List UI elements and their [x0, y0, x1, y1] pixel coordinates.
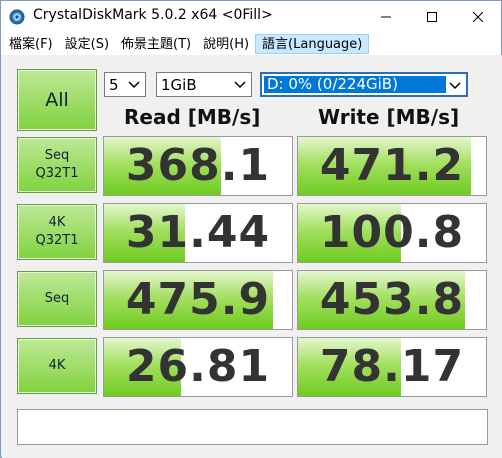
result-cell-write: 78.17 — [297, 337, 487, 397]
chevron-down-icon — [128, 81, 140, 89]
menu-file[interactable]: 檔案(F) — [3, 34, 59, 54]
seq-button[interactable]: Seq — [17, 271, 97, 327]
minimize-button[interactable] — [363, 1, 409, 32]
drive-select[interactable]: D: 0% (0/224GiB) — [260, 72, 468, 97]
test-label-line1: 4K — [48, 358, 66, 373]
maximize-icon — [427, 11, 437, 22]
window-title: CrystalDiskMark 5.0.2 x64 <0Fill> — [33, 7, 273, 23]
result-cell-read: 26.81 — [103, 337, 293, 397]
4k-q32t1-button[interactable]: 4K Q32T1 — [17, 204, 97, 260]
test-label-line2: Q32T1 — [35, 233, 79, 248]
menu-theme[interactable]: 佈景主題(T) — [115, 34, 197, 54]
menu-bar: 檔案(F) 設定(S) 佈景主題(T) 說明(H) 語言(Language) — [1, 33, 501, 55]
seq-q32t1-button[interactable]: Seq Q32T1 — [17, 137, 97, 193]
read-value: 368.1 — [125, 140, 271, 191]
app-disk-icon — [9, 9, 25, 25]
all-button[interactable]: All — [17, 69, 97, 131]
write-value: 471.2 — [319, 140, 465, 191]
close-icon — [473, 11, 483, 22]
4k-button[interactable]: 4K — [17, 338, 97, 394]
test-label-line1: 4K — [48, 215, 66, 230]
main-panel: All 5 1GiB D: 0% (0/224GiB) Read [MB/s] … — [2, 55, 502, 458]
chevron-down-icon — [234, 81, 246, 89]
result-cell-write: 453.8 — [297, 270, 487, 330]
result-cell-read: 31.44 — [103, 203, 293, 263]
write-column-header: Write [MB/s] — [318, 105, 460, 129]
menu-settings[interactable]: 設定(S) — [59, 34, 115, 54]
maximize-button[interactable] — [409, 1, 455, 32]
read-value: 26.81 — [125, 341, 271, 392]
result-cell-read: 475.9 — [103, 270, 293, 330]
result-cell-write: 100.8 — [297, 203, 487, 263]
write-value: 453.8 — [319, 274, 465, 325]
menu-language[interactable]: 語言(Language) — [255, 34, 370, 54]
chevron-down-icon — [447, 77, 463, 94]
test-size-value: 1GiB — [161, 75, 197, 94]
test-label-line1: Seq — [44, 148, 70, 163]
write-value: 78.17 — [319, 341, 465, 392]
result-cell-write: 471.2 — [297, 136, 487, 196]
menu-help[interactable]: 說明(H) — [197, 34, 255, 54]
write-value: 100.8 — [319, 207, 465, 258]
read-value: 475.9 — [125, 274, 271, 325]
test-size-select[interactable]: 1GiB — [156, 72, 252, 97]
drive-value: D: 0% (0/224GiB) — [264, 76, 446, 93]
minimize-icon — [381, 16, 391, 17]
read-value: 31.44 — [125, 207, 271, 258]
read-column-header: Read [MB/s] — [124, 105, 261, 129]
comment-field[interactable] — [17, 409, 488, 445]
title-bar[interactable]: CrystalDiskMark 5.0.2 x64 <0Fill> — [1, 1, 501, 33]
result-cell-read: 368.1 — [103, 136, 293, 196]
close-button[interactable] — [455, 1, 501, 32]
test-label-line1: Seq — [44, 291, 70, 306]
test-label-line2: Q32T1 — [35, 166, 79, 181]
test-count-value: 5 — [109, 75, 119, 94]
test-count-select[interactable]: 5 — [104, 72, 146, 97]
app-window: CrystalDiskMark 5.0.2 x64 <0Fill> 檔案(F) … — [0, 0, 502, 458]
